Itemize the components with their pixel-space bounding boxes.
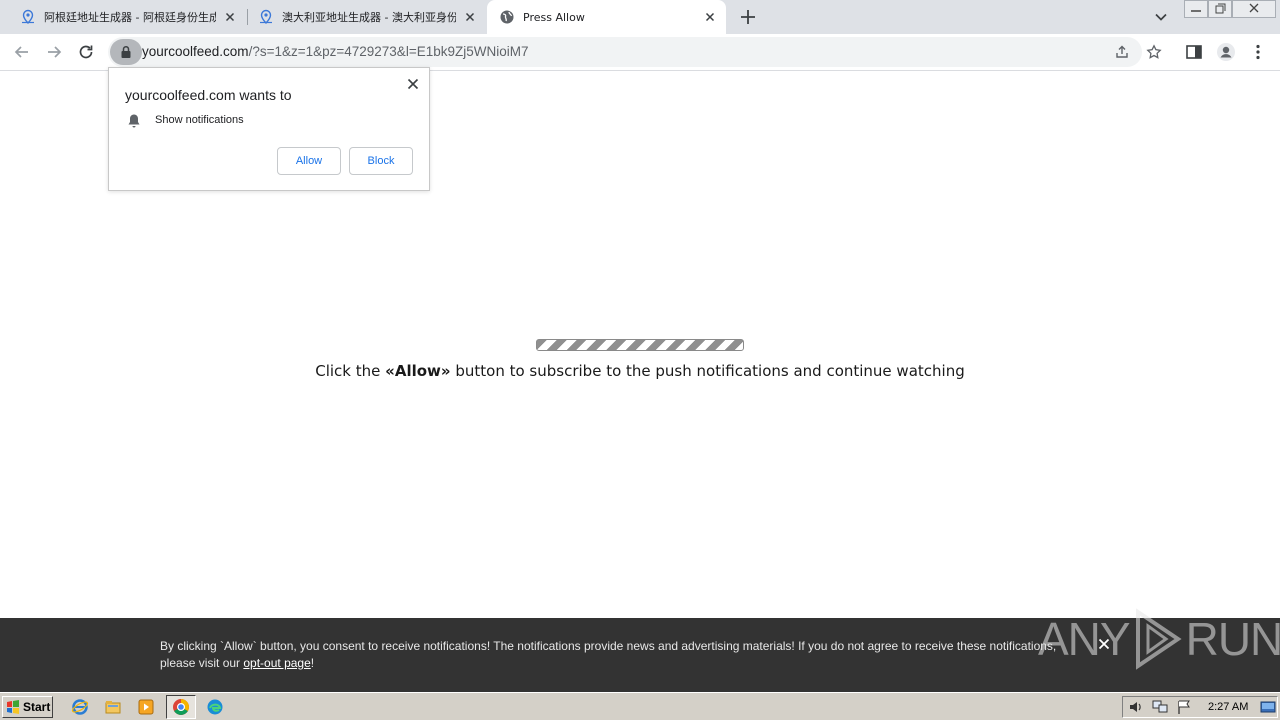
close-icon [1249,3,1259,13]
play-triangle-icon [1135,608,1182,670]
map-pin-icon [22,9,34,25]
start-button[interactable]: Start [2,696,53,718]
chrome-taskbar-button[interactable] [166,695,196,719]
network-icon[interactable] [1151,699,1169,715]
bookmark-star-icon[interactable] [1146,44,1162,60]
watermark-right: RUN [1185,613,1280,665]
url-host: yourcoolfeed.com [142,44,249,59]
profile-avatar-icon[interactable] [1216,42,1236,62]
back-arrow-icon[interactable] [12,42,32,62]
start-label: Start [23,700,51,714]
taskbar-clock: 2:27 AM [1208,701,1249,713]
tab-strip: 阿根廷地址生成器 - 阿根廷身份生成 澳大利亚地址生成器 - 澳大利亚身份 Pr… [0,0,1280,34]
url-path: /?s=1&z=1&pz=4729273&l=E1bk9Zj5WNioiM7 [248,44,529,59]
tab-title: Press Allow [523,10,585,24]
loading-progress-bar [536,339,744,351]
file-explorer-icon[interactable] [104,698,122,716]
message-prefix: Click the [315,362,386,380]
close-icon[interactable] [222,9,238,25]
site-info-button[interactable] [110,39,142,65]
flag-icon[interactable] [1175,699,1193,715]
opt-out-link[interactable]: opt-out page [243,656,310,670]
message-suffix: button to subscribe to the push notifica… [450,362,965,380]
message-allow-word: «Allow» [385,362,451,380]
lock-icon [121,45,131,58]
close-icon[interactable] [702,9,718,25]
share-icon[interactable] [1114,44,1130,60]
allow-button[interactable]: Allow [277,147,341,175]
banner-message-end: ! [310,656,315,670]
bell-icon [128,114,140,128]
edge-icon[interactable] [206,698,224,716]
tab-australia[interactable]: 澳大利亚地址生成器 - 澳大利亚身份 [248,0,486,34]
show-desktop-icon[interactable] [1259,699,1277,715]
banner-text: By clicking `Allow` button, you consent … [160,638,1080,672]
tab-press-allow[interactable]: Press Allow [487,0,726,34]
restore-button[interactable] [1208,0,1232,18]
block-button[interactable]: Block [349,147,413,175]
tab-argentina[interactable]: 阿根廷地址生成器 - 阿根廷身份生成 [0,0,246,34]
watermark-left: ANY [1038,613,1131,665]
windows-flag-icon [7,700,19,714]
globe-icon [500,10,514,24]
tab-title: 阿根廷地址生成器 - 阿根廷身份生成 [44,11,216,24]
minimize-button[interactable] [1184,0,1208,18]
popup-title: yourcoolfeed.com wants to [125,87,292,103]
taskbar: Start 2:27 AM [0,692,1280,720]
close-window-button[interactable] [1232,0,1276,18]
close-icon[interactable] [405,76,421,92]
internet-explorer-icon[interactable] [71,698,89,716]
anyrun-watermark: ANY RUN [1038,606,1280,672]
media-player-icon[interactable] [137,698,155,716]
minimize-icon [1191,10,1201,12]
close-icon[interactable] [462,9,478,25]
more-menu-icon[interactable] [1248,42,1268,62]
page-message: Click the «Allow» button to subscribe to… [0,362,1280,380]
tab-title: 澳大利亚地址生成器 - 澳大利亚身份 [282,11,456,24]
chrome-icon [173,699,189,715]
address-bar[interactable]: yourcoolfeed.com/?s=1&z=1&pz=4729273&l=E… [108,37,1162,67]
map-pin-icon [260,9,272,25]
new-tab-icon[interactable] [736,5,760,29]
notification-permission-popup: yourcoolfeed.com wants to Show notificat… [108,67,430,191]
url-text[interactable]: yourcoolfeed.com/?s=1&z=1&pz=4729273&l=E… [142,44,528,59]
chevron-down-icon[interactable] [1151,7,1171,27]
volume-icon[interactable] [1127,699,1145,715]
system-tray [1122,696,1278,718]
restore-icon [1215,3,1226,14]
reload-icon[interactable] [76,42,96,62]
forward-arrow-icon[interactable] [44,42,64,62]
side-panel-icon[interactable] [1184,42,1204,62]
browser-toolbar: yourcoolfeed.com/?s=1&z=1&pz=4729273&l=E… [0,34,1280,71]
permission-label: Show notifications [155,114,244,126]
